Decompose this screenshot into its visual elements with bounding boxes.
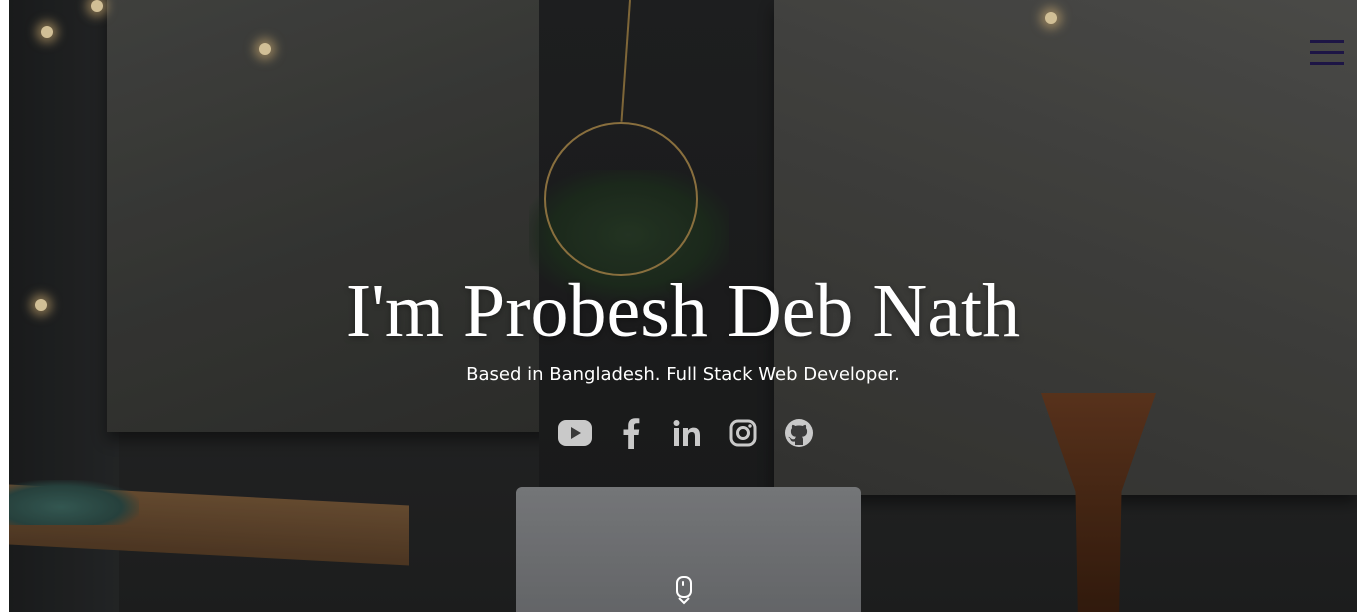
linkedin-link[interactable] — [670, 416, 704, 450]
hero-content: I'm Probesh Deb Nath Based in Bangladesh… — [0, 268, 1357, 386]
hero-title: I'm Probesh Deb Nath — [345, 269, 1021, 353]
hamburger-icon-line — [1310, 62, 1344, 65]
github-icon — [785, 419, 813, 447]
social-links — [558, 414, 816, 452]
menu-button[interactable] — [1310, 40, 1344, 66]
youtube-icon — [558, 420, 592, 446]
facebook-icon — [623, 418, 640, 449]
youtube-link[interactable] — [558, 416, 592, 450]
facebook-link[interactable] — [614, 416, 648, 450]
hamburger-icon-line — [1310, 51, 1344, 54]
instagram-icon — [729, 419, 757, 447]
chevron-down-icon[interactable] — [677, 596, 691, 606]
github-link[interactable] — [782, 416, 816, 450]
linkedin-icon — [673, 420, 700, 446]
hamburger-icon-line — [1310, 40, 1344, 43]
hero-subtitle: Based in Bangladesh. Full Stack Web Deve… — [466, 364, 900, 385]
instagram-link[interactable] — [726, 416, 760, 450]
mouse-scroll-icon[interactable] — [676, 576, 692, 598]
